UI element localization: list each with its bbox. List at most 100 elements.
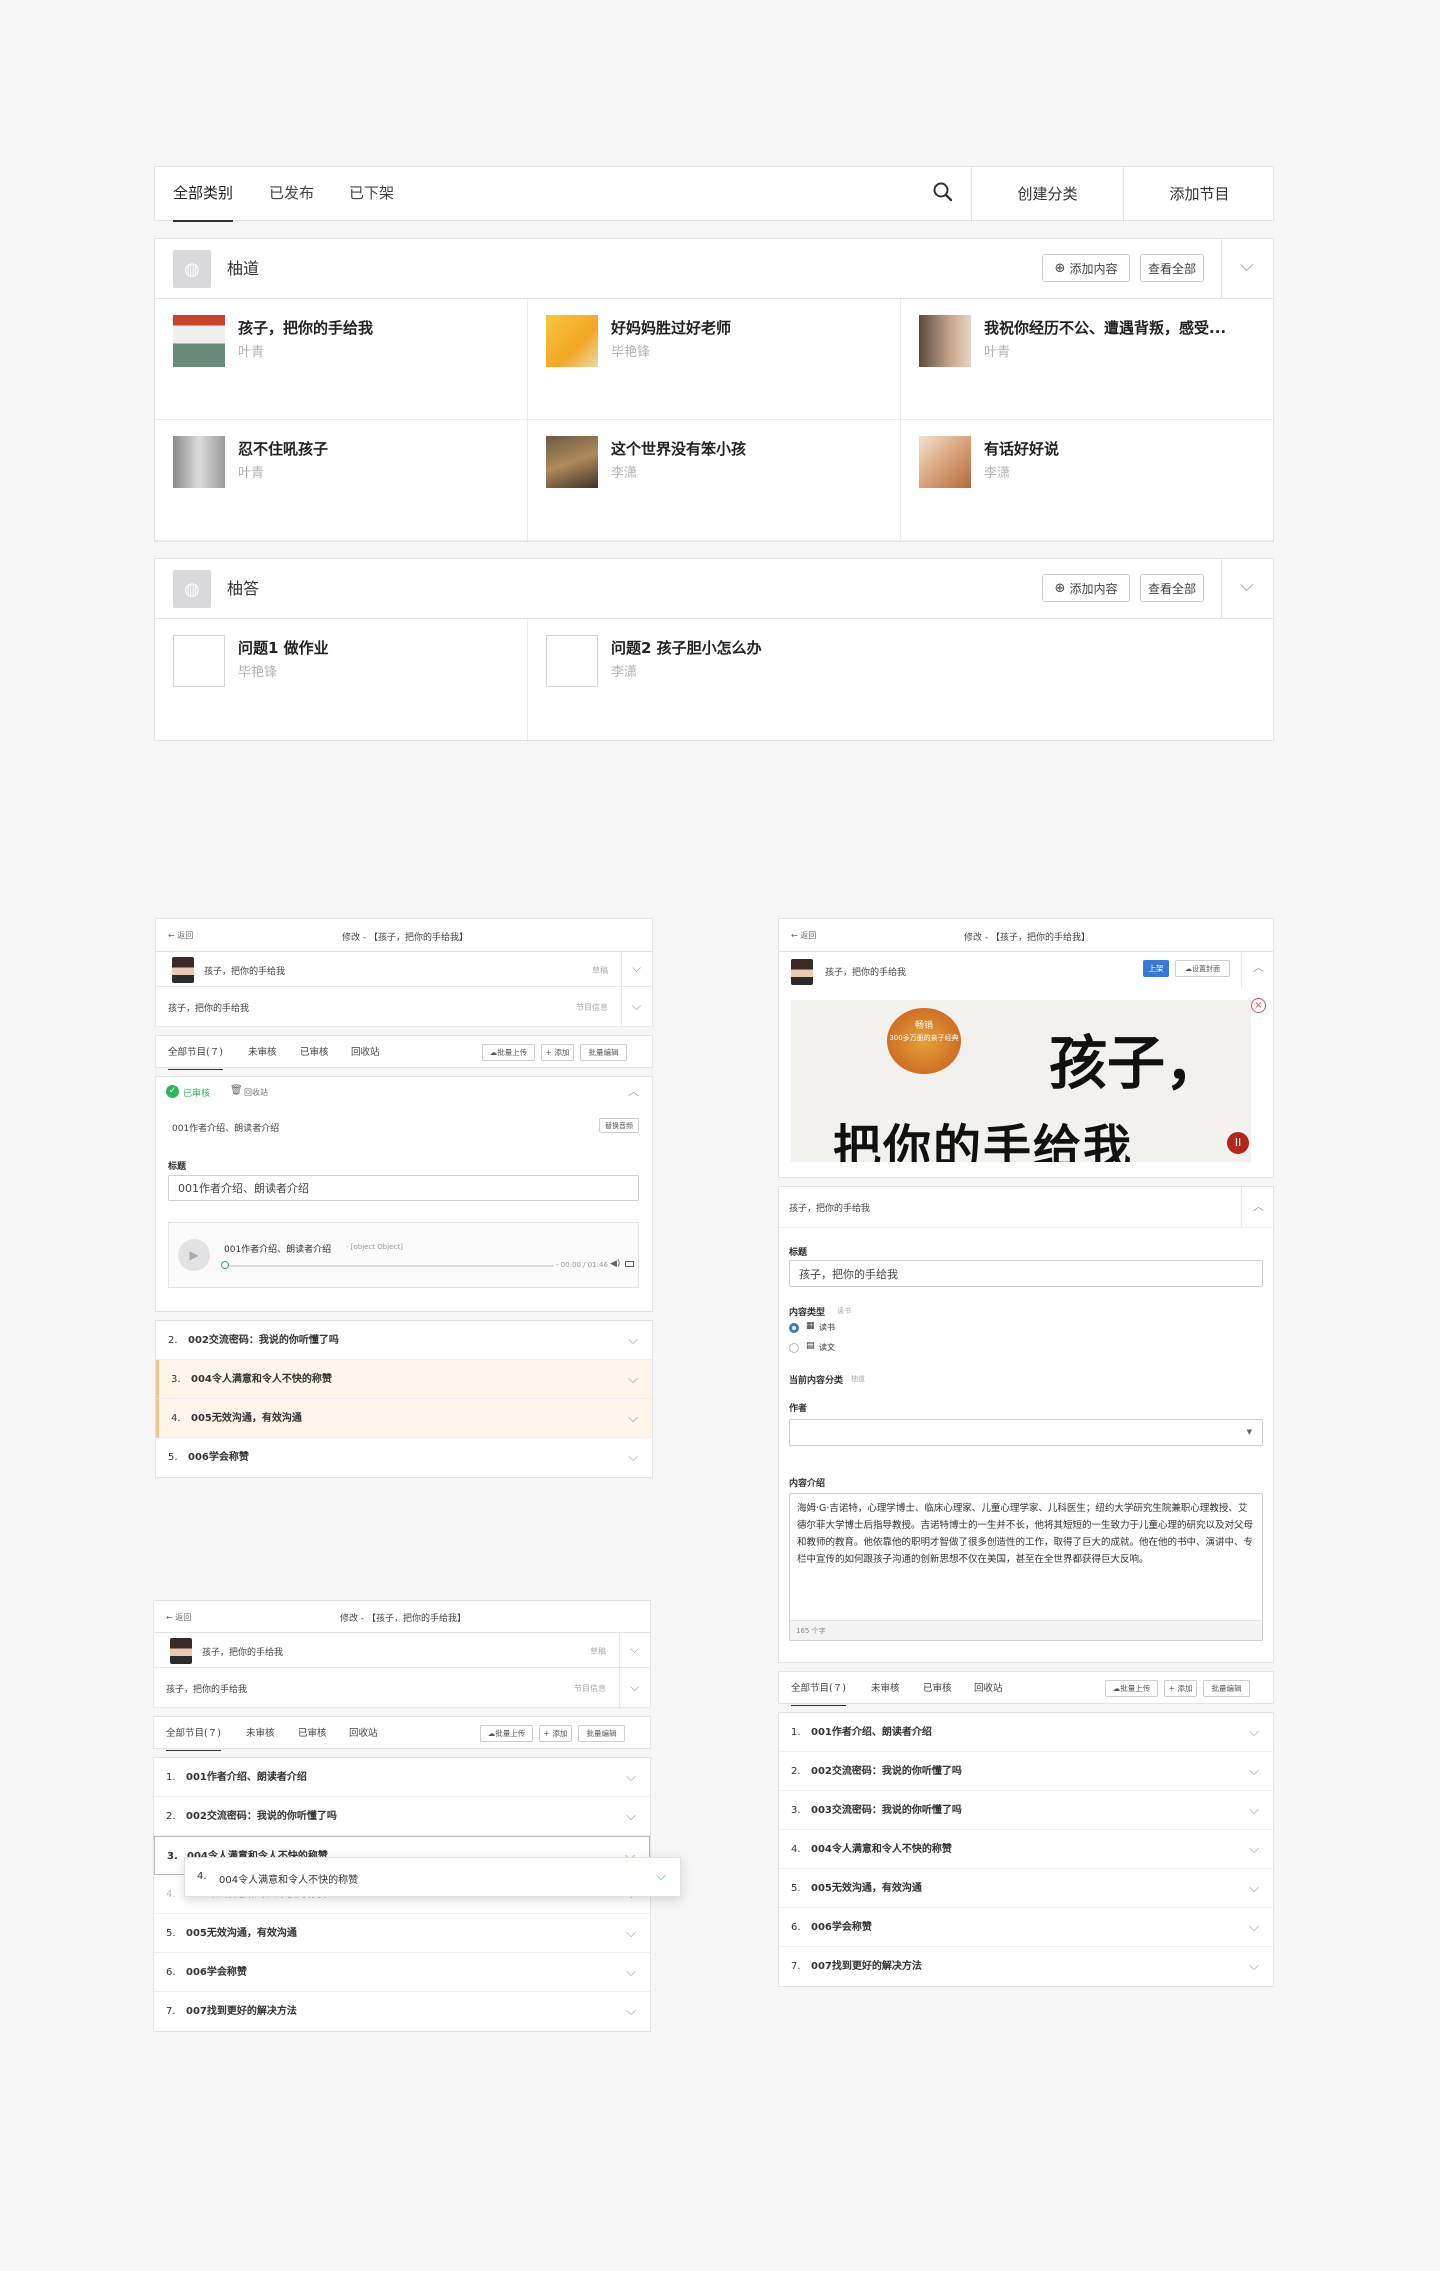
recycle-label[interactable]: 回收站 (244, 1087, 268, 1098)
volume-icon[interactable]: ◀) (610, 1259, 620, 1269)
book-row[interactable]: 孩子，把你的手给我 草稿 ⌵ (155, 952, 653, 987)
progress-handle[interactable] (221, 1261, 229, 1269)
add-content-button[interactable]: ⊕ 添加内容 (1042, 254, 1130, 282)
replace-audio-button[interactable]: 替换音频 (599, 1118, 639, 1133)
chevron-down-icon[interactable]: ⌵ (1249, 1908, 1259, 1947)
list-item[interactable]: 6. 006学会称赞 ⌵ (779, 1908, 1273, 1947)
view-all-button[interactable]: 查看全部 (1140, 574, 1204, 602)
tab-recycle-bin[interactable]: 回收站 (349, 1717, 378, 1750)
content-item[interactable]: 有话好好说 李潇 (901, 420, 1273, 541)
book-row[interactable]: 孩子，把你的手给我 草稿 ⌵ (153, 1633, 651, 1668)
chevron-down-icon[interactable]: ⌵ (1249, 1947, 1259, 1986)
tab-published[interactable]: 已发布 (269, 167, 314, 222)
program-info-row[interactable]: 孩子，把你的手给我 节目信息 ⌵ (155, 987, 653, 1027)
set-cover-button[interactable]: ☁ 设置封面 (1175, 960, 1230, 977)
tab-all-programs[interactable]: 全部节目(７) (166, 1717, 221, 1751)
tab-unreviewed[interactable]: 未审核 (248, 1036, 277, 1069)
option-read-article[interactable]: 读文 (819, 1342, 835, 1353)
chevron-down-icon[interactable]: ⌵ (632, 961, 641, 976)
chevron-down-icon[interactable]: ⌵ (1249, 1752, 1259, 1791)
radio-unselected[interactable] (789, 1343, 799, 1353)
chevron-up-icon[interactable]: ︿ (1253, 959, 1264, 975)
tab-reviewed[interactable]: 已审核 (298, 1717, 327, 1750)
chevron-down-icon[interactable]: ⌵ (628, 1360, 638, 1399)
add-program-button[interactable]: 添加节目 (1123, 167, 1275, 222)
view-all-button[interactable]: 查看全部 (1140, 254, 1204, 282)
tab-unreviewed[interactable]: 未审核 (246, 1717, 275, 1750)
content-item[interactable]: 问题1 做作业 毕艳锋 (155, 619, 528, 740)
progress-track[interactable] (224, 1265, 554, 1267)
fullscreen-icon[interactable] (625, 1261, 634, 1267)
list-item[interactable]: 2. 002交流密码：我说的你听懂了吗 ⌵ (779, 1752, 1273, 1791)
bulk-edit-button[interactable]: 批量编辑 (1203, 1680, 1250, 1697)
chevron-down-icon[interactable]: ⌵ (1249, 1791, 1259, 1830)
program-info-row[interactable]: 孩子，把你的手给我 节目信息 ⌵ (153, 1668, 651, 1708)
chevron-down-icon[interactable]: ⌵ (628, 1438, 638, 1477)
tab-recycle-bin[interactable]: 回收站 (351, 1036, 380, 1069)
tab-unreviewed[interactable]: 未审核 (871, 1672, 900, 1705)
chevron-down-icon[interactable]: ⌵ (626, 1992, 636, 2031)
chevron-down-icon[interactable]: ⌵ (1249, 1830, 1259, 1869)
publish-button[interactable]: 上架 (1143, 960, 1169, 977)
list-item[interactable]: 2. 002交流密码：我说的你听懂了吗 ⌵ (156, 1321, 652, 1360)
content-item[interactable]: 孩子，把你的手给我 叶青 (155, 299, 528, 420)
remove-cover-icon[interactable]: × (1251, 998, 1266, 1013)
create-category-button[interactable]: 创建分类 (971, 167, 1123, 222)
chevron-up-icon[interactable]: ︿ (1253, 1198, 1264, 1214)
tab-all-categories[interactable]: 全部类别 (173, 167, 234, 222)
content-item[interactable]: 好妈妈胜过好老师 毕艳锋 (528, 299, 901, 420)
list-item[interactable]: 4. 005无效沟通，有效沟通 ⌵ (156, 1399, 652, 1438)
dragging-list-item[interactable]: 4. 004令人满意和令人不快的称赞 ⌵ (184, 1857, 681, 1897)
list-item[interactable]: 7. 007找到更好的解决方法 ⌵ (154, 1992, 650, 2031)
chevron-down-icon[interactable]: ⌵ (1249, 1713, 1259, 1752)
bulk-upload-button[interactable]: ☁ 批量上传 (482, 1044, 535, 1061)
chevron-down-icon[interactable]: ⌵ (626, 1914, 636, 1953)
list-item[interactable]: 2. 002交流密码：我说的你听懂了吗 ⌵ (154, 1797, 650, 1836)
list-item[interactable]: 4. 004令人满意和令人不快的称赞 ⌵ (779, 1830, 1273, 1869)
add-button[interactable]: + 添加 (539, 1725, 572, 1742)
chevron-down-icon[interactable]: ⌵ (630, 1642, 639, 1657)
search-icon[interactable] (932, 181, 956, 205)
list-item[interactable]: 7. 007找到更好的解决方法 ⌵ (779, 1947, 1273, 1986)
trash-icon[interactable]: 🗑 (230, 1085, 243, 1096)
tab-recycle-bin[interactable]: 回收站 (974, 1672, 1003, 1705)
chevron-down-icon[interactable]: ⌵ (1240, 575, 1254, 596)
tab-unpublished[interactable]: 已下架 (349, 167, 394, 222)
list-item[interactable]: 5. 006学会称赞 ⌵ (156, 1438, 652, 1477)
title-input[interactable]: 孩子，把你的手给我 (789, 1260, 1263, 1287)
content-item[interactable]: 我祝你经历不公、遭遇背叛，感受... 叶青 (901, 299, 1273, 420)
radio-selected[interactable] (789, 1323, 799, 1333)
list-item[interactable]: 6. 006学会称赞 ⌵ (154, 1953, 650, 1992)
chevron-down-icon[interactable]: ⌵ (626, 1797, 636, 1836)
chevron-down-icon[interactable]: ⌵ (628, 1321, 638, 1360)
chevron-down-icon[interactable]: ⌵ (1249, 1869, 1259, 1908)
tab-all-programs[interactable]: 全部节目(７) (791, 1672, 846, 1706)
list-item[interactable]: 3. 003交流密码：我说的你听懂了吗 ⌵ (779, 1791, 1273, 1830)
bulk-upload-button[interactable]: ☁ 批量上传 (480, 1725, 533, 1742)
tab-reviewed[interactable]: 已审核 (923, 1672, 952, 1705)
add-button[interactable]: + 添加 (1164, 1680, 1197, 1697)
chevron-down-icon[interactable]: ⌵ (626, 1758, 636, 1797)
chevron-down-icon[interactable]: ⌵ (632, 999, 641, 1014)
add-button[interactable]: + 添加 (541, 1044, 574, 1061)
content-item[interactable]: 忍不住吼孩子 叶青 (155, 420, 528, 541)
author-select[interactable]: ▼ (789, 1419, 1263, 1446)
list-item[interactable]: 5. 005无效沟通，有效沟通 ⌵ (779, 1869, 1273, 1908)
chevron-down-icon[interactable]: ⌵ (626, 1953, 636, 1992)
chevron-down-icon[interactable]: ⌵ (630, 1680, 639, 1695)
intro-textarea[interactable]: 海姆·G·吉诺特，心理学博士、临床心理家、儿童心理学家、儿科医生；纽约大学研究生… (789, 1493, 1263, 1641)
chevron-down-icon[interactable]: ⌵ (1240, 255, 1254, 276)
tab-reviewed[interactable]: 已审核 (300, 1036, 329, 1069)
status-reviewed[interactable]: 已审核 (183, 1086, 210, 1099)
content-item[interactable]: 问题2 孩子胆小怎么办 李潇 (528, 619, 901, 740)
play-icon[interactable]: ▶ (178, 1239, 210, 1271)
list-item[interactable]: 1. 001作者介绍、朗读者介绍 ⌵ (154, 1758, 650, 1797)
bulk-edit-button[interactable]: 批量编辑 (578, 1725, 625, 1742)
content-item[interactable]: 这个世界没有笨小孩 李潇 (528, 420, 901, 541)
option-read-book[interactable]: 读书 (819, 1322, 835, 1333)
list-item[interactable]: 5. 005无效沟通，有效沟通 ⌵ (154, 1914, 650, 1953)
bulk-upload-button[interactable]: ☁ 批量上传 (1105, 1680, 1158, 1697)
chevron-up-icon[interactable]: ︿ (628, 1083, 639, 1099)
list-item[interactable]: 1. 001作者介绍、朗读者介绍 ⌵ (779, 1713, 1273, 1752)
title-input[interactable]: 001作者介绍、朗读者介绍 (168, 1175, 639, 1201)
